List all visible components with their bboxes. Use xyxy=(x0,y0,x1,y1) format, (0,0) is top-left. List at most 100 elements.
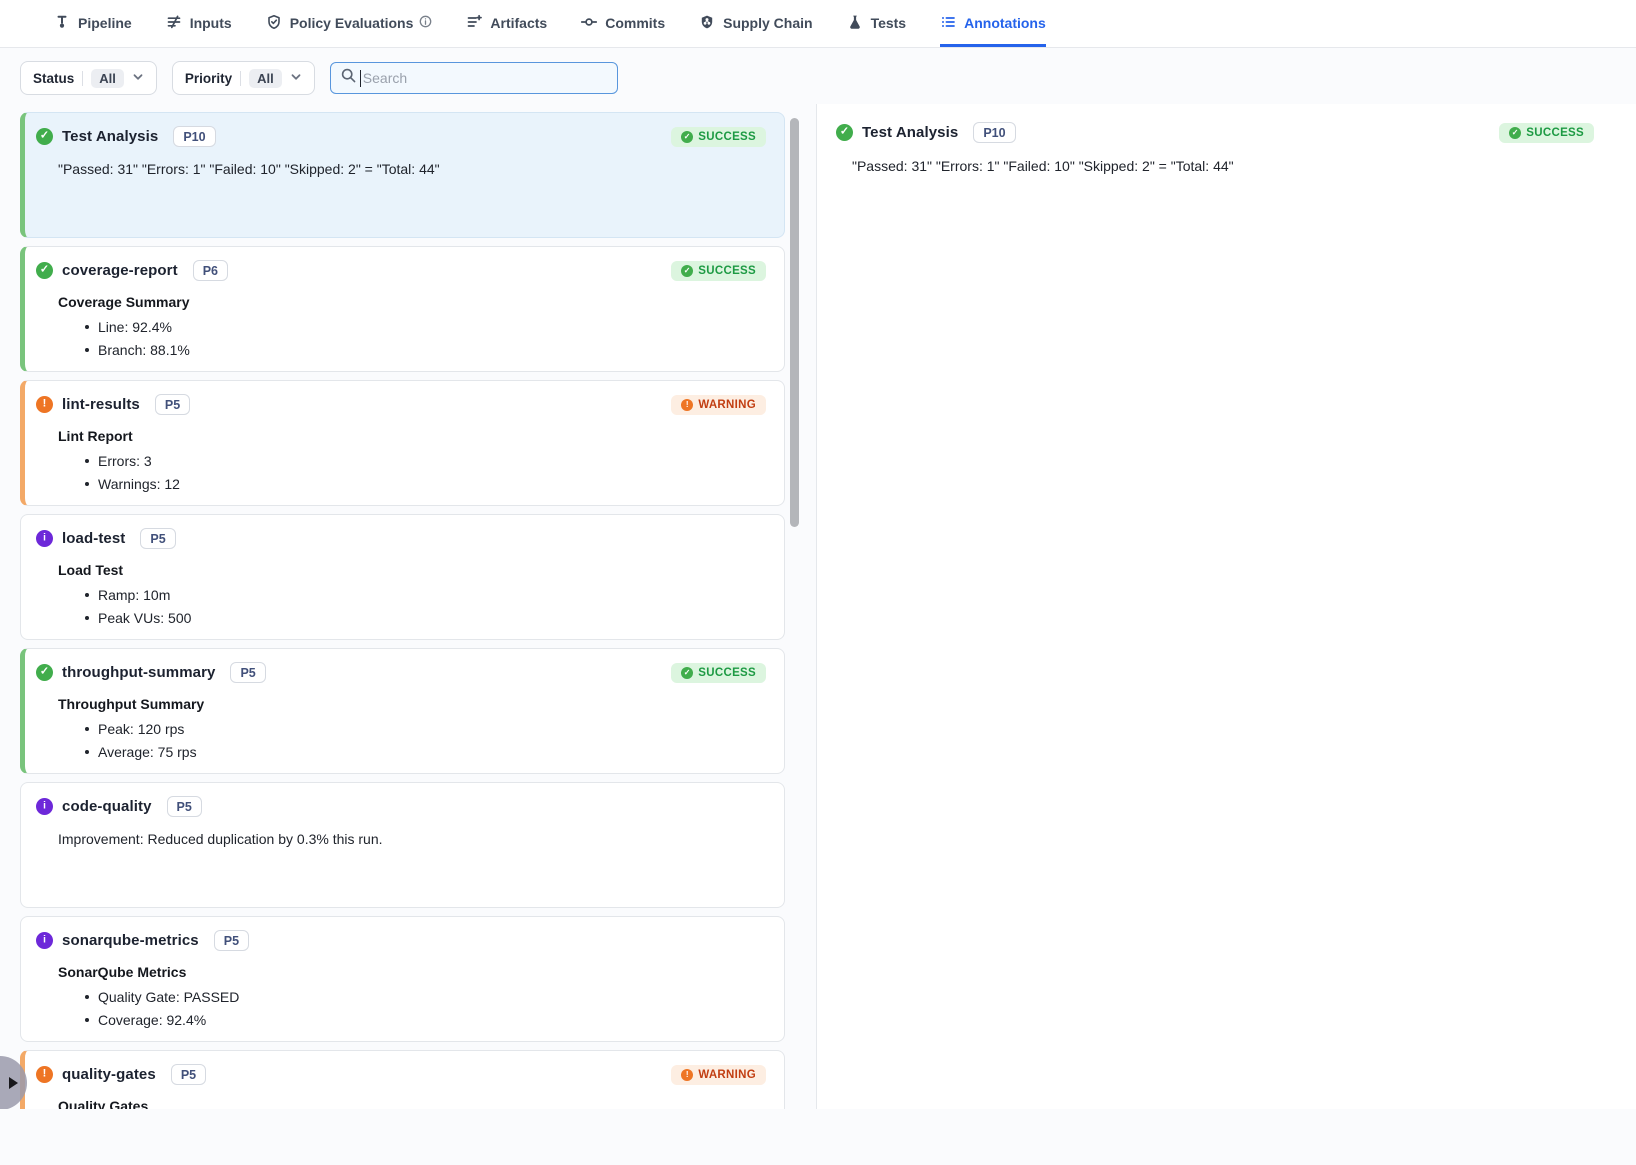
status-filter-dropdown[interactable]: Status All xyxy=(20,61,157,95)
divider xyxy=(82,71,83,86)
tab-artifacts[interactable]: Artifacts xyxy=(466,0,547,47)
status-filter-value: All xyxy=(91,69,124,88)
annotation-card[interactable]: lint-results P5 WARNING Lint Report Erro… xyxy=(20,380,785,506)
annotation-text: Improvement: Reduced duplication by 0.3%… xyxy=(58,829,766,849)
tab-label: Policy Evaluations xyxy=(290,15,414,31)
tab-supply-chain[interactable]: Supply Chain xyxy=(699,0,812,47)
status-badge: SUCCESS xyxy=(671,261,766,281)
annotation-bullets: Ramp: 10mPeak VUs: 500 xyxy=(58,584,766,630)
divider xyxy=(240,71,241,86)
annotation-heading: Lint Report xyxy=(58,427,766,446)
annotation-card[interactable]: sonarqube-metrics P5 SonarQube Metrics Q… xyxy=(20,916,785,1042)
info-icon xyxy=(36,798,53,815)
search-icon xyxy=(340,67,357,89)
card-body: SonarQube Metrics Quality Gate: PASSEDCo… xyxy=(21,951,784,1032)
tab-policy-evaluations[interactable]: Policy Evaluations xyxy=(266,0,433,47)
detail-header: Test Analysis P10 SUCCESS xyxy=(836,122,1594,143)
priority-filter-dropdown[interactable]: Priority All xyxy=(172,61,315,95)
annotation-detail-panel: Test Analysis P10 SUCCESS "Passed: 31" "… xyxy=(816,104,1636,1109)
annotation-heading: SonarQube Metrics xyxy=(58,963,766,982)
status-badge: SUCCESS xyxy=(671,127,766,147)
annotation-bullets: Peak: 120 rpsAverage: 75 rps xyxy=(58,718,766,764)
annotation-bullets: Errors: 3Warnings: 12 xyxy=(58,450,766,496)
annotation-heading: Load Test xyxy=(58,561,766,580)
filters-toolbar: Status All Priority All xyxy=(0,48,1636,104)
annotation-title: lint-results xyxy=(62,396,140,413)
success-icon xyxy=(836,124,853,141)
card-header: throughput-summary P5 SUCCESS xyxy=(25,649,784,683)
priority-badge: P5 xyxy=(230,662,265,683)
annotation-heading: Coverage Summary xyxy=(58,293,766,312)
warning-icon xyxy=(36,396,53,413)
text-cursor xyxy=(360,70,361,87)
chevron-right-icon xyxy=(9,1077,18,1089)
annotation-card[interactable]: Test Analysis P10 SUCCESS "Passed: 31" "… xyxy=(20,112,785,238)
annotation-card[interactable]: throughput-summary P5 SUCCESS Throughput… xyxy=(20,648,785,774)
card-body: Load Test Ramp: 10mPeak VUs: 500 xyxy=(21,549,784,630)
bullet-item: Quality Gate: PASSED xyxy=(85,986,766,1009)
annotation-card[interactable]: coverage-report P6 SUCCESS Coverage Summ… xyxy=(20,246,785,372)
status-filter-label: Status xyxy=(33,71,74,86)
tab-inputs[interactable]: Inputs xyxy=(166,0,232,47)
scrollbar-thumb[interactable] xyxy=(790,118,799,527)
tab-commits[interactable]: Commits xyxy=(581,0,665,47)
card-header: Test Analysis P10 SUCCESS xyxy=(25,113,784,147)
tab-pipeline[interactable]: Pipeline xyxy=(54,0,132,47)
success-icon xyxy=(36,128,53,145)
bullet-item: Coverage: 92.4% xyxy=(85,1009,766,1032)
tab-annotations[interactable]: Annotations xyxy=(940,0,1046,47)
status-badge-icon xyxy=(681,667,693,679)
card-header: code-quality P5 xyxy=(21,783,784,817)
priority-filter-label: Priority xyxy=(185,71,232,86)
bullet-item: Average: 75 rps xyxy=(85,741,766,764)
tab-label: Supply Chain xyxy=(723,15,812,31)
search-input[interactable] xyxy=(361,63,611,93)
annotation-bullets: Quality Gate: PASSEDCoverage: 92.4% xyxy=(58,986,766,1032)
tab-tests[interactable]: Tests xyxy=(847,0,907,47)
artifacts-icon xyxy=(466,14,482,33)
annotations-list: Test Analysis P10 SUCCESS "Passed: 31" "… xyxy=(0,104,816,1109)
detail-body-text: "Passed: 31" "Errors: 1" "Failed: 10" "S… xyxy=(852,156,1594,176)
bullet-item: Errors: 3 xyxy=(85,450,766,473)
tab-label: Tests xyxy=(871,15,907,31)
annotation-title: load-test xyxy=(62,530,125,547)
inputs-icon xyxy=(166,14,182,33)
annotation-heading: Throughput Summary xyxy=(58,695,766,714)
success-icon xyxy=(1509,127,1521,139)
priority-badge: P10 xyxy=(973,122,1015,143)
info-icon xyxy=(419,15,432,31)
priority-badge: P5 xyxy=(171,1064,206,1085)
priority-filter-value: All xyxy=(249,69,282,88)
status-badge-label: WARNING xyxy=(698,399,756,411)
annotation-title: throughput-summary xyxy=(62,664,215,681)
annotation-title: code-quality xyxy=(62,798,152,815)
status-badge-icon xyxy=(681,131,693,143)
bullet-item: Peak VUs: 500 xyxy=(85,607,766,630)
priority-badge: P5 xyxy=(140,528,175,549)
annotation-card[interactable]: load-test P5 Load Test Ramp: 10mPeak VUs… xyxy=(20,514,785,640)
annotation-card[interactable]: quality-gates P5 WARNING Quality Gates xyxy=(20,1050,785,1109)
policy-evaluations-icon xyxy=(266,14,282,33)
status-badge-label: SUCCESS xyxy=(1526,127,1584,139)
chevron-down-icon xyxy=(290,71,302,86)
bullet-item: Ramp: 10m xyxy=(85,584,766,607)
card-body: Lint Report Errors: 3Warnings: 12 xyxy=(25,415,784,496)
annotation-card[interactable]: code-quality P5 Improvement: Reduced dup… xyxy=(20,782,785,908)
bullet-item: Line: 92.4% xyxy=(85,316,766,339)
search-box xyxy=(330,62,618,94)
annotation-bullets: Line: 92.4%Branch: 88.1% xyxy=(58,316,766,362)
supply-chain-icon xyxy=(699,14,715,33)
info-icon xyxy=(36,530,53,547)
annotation-text: "Passed: 31" "Errors: 1" "Failed: 10" "S… xyxy=(58,159,766,179)
status-badge-icon xyxy=(681,399,693,411)
tab-label: Pipeline xyxy=(78,15,132,31)
warning-icon xyxy=(36,1066,53,1083)
success-icon xyxy=(36,664,53,681)
status-badge-label: SUCCESS xyxy=(698,667,756,679)
annotation-title: Test Analysis xyxy=(62,128,158,145)
tab-label: Artifacts xyxy=(490,15,547,31)
footer-spacer xyxy=(0,1109,1636,1165)
status-badge: WARNING xyxy=(671,1065,766,1085)
card-header: coverage-report P6 SUCCESS xyxy=(25,247,784,281)
success-icon xyxy=(36,262,53,279)
